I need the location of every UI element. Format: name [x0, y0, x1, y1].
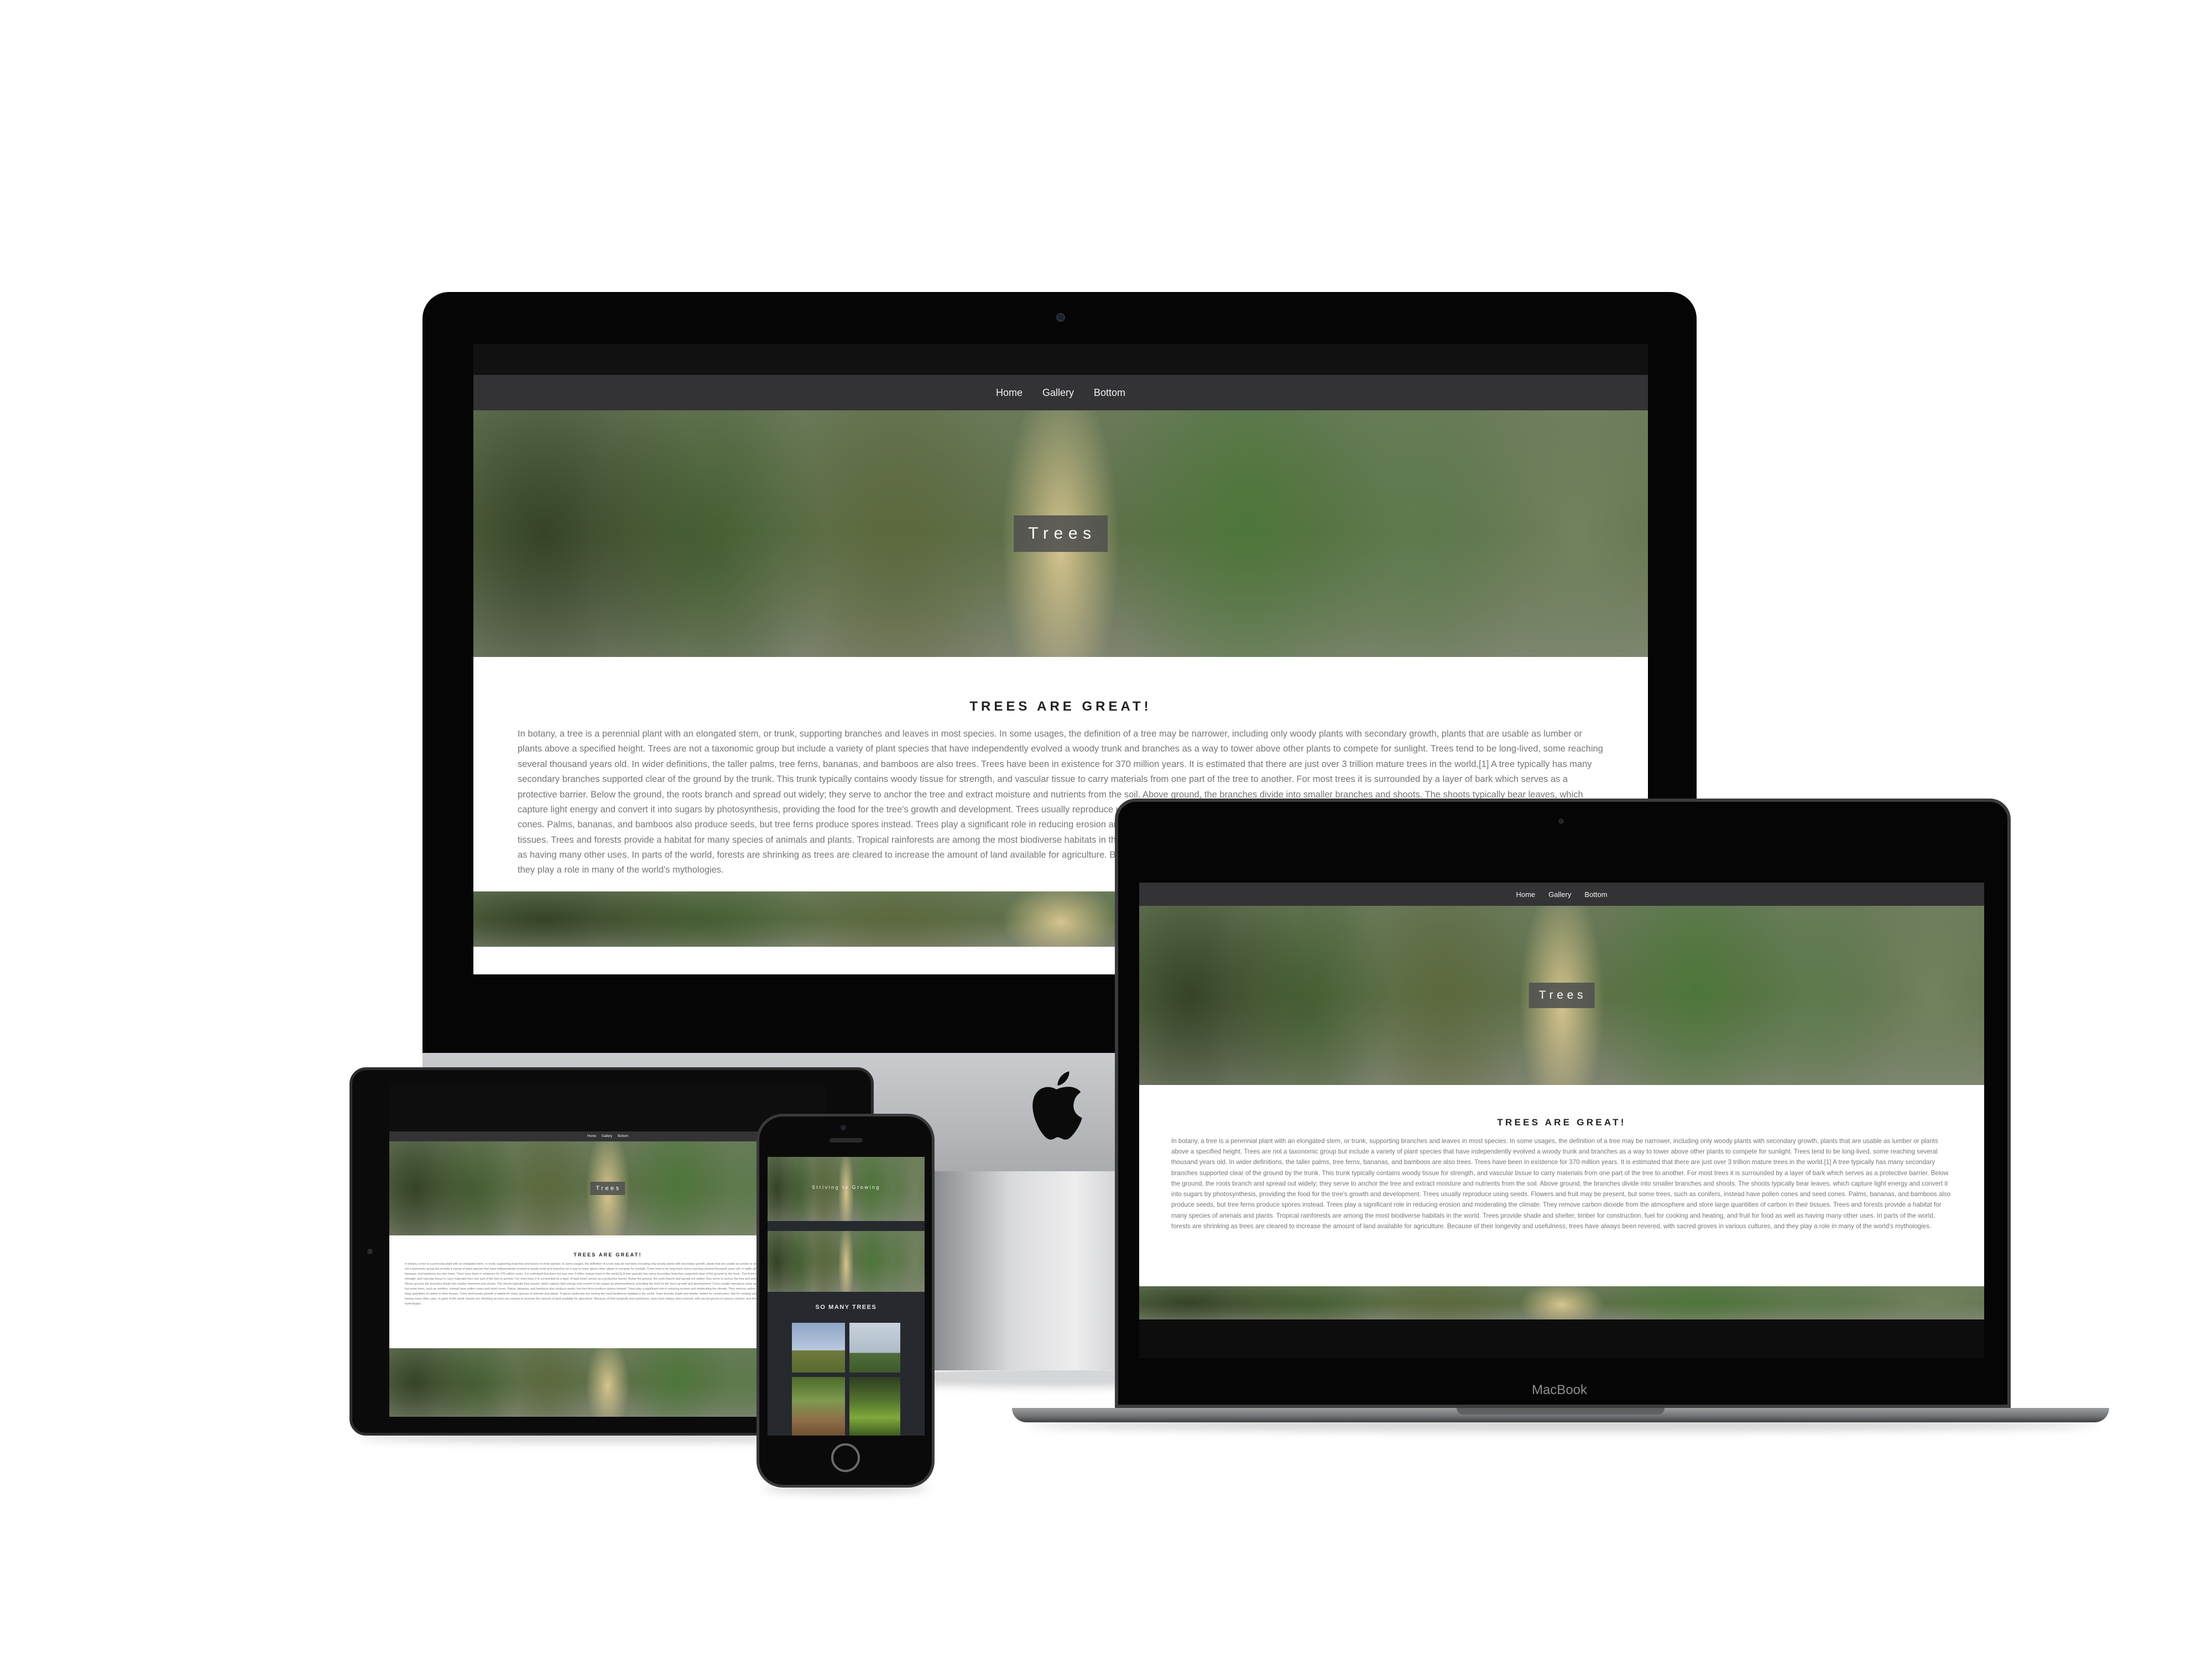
- nav-gallery-link[interactable]: Gallery: [602, 1135, 612, 1138]
- laptop-screen: Home Gallery Bottom Trees TREES ARE GREA…: [1139, 883, 1984, 1358]
- phone-hero-image: Striving to Growing: [768, 1157, 925, 1221]
- section-heading: TREES ARE GREAT!: [573, 1252, 642, 1258]
- apple-logo-icon: [1032, 1071, 1082, 1140]
- phone-screen: Striving to Growing SO MANY TREES: [768, 1157, 925, 1436]
- content-section: TREES ARE GREAT! In botany, a tree is a …: [1139, 1085, 1984, 1286]
- hero-title: Trees: [1528, 983, 1595, 1008]
- hero-title: Trees: [590, 1182, 625, 1195]
- website-laptop: Home Gallery Bottom Trees TREES ARE GREA…: [1139, 883, 1984, 1319]
- home-button-icon[interactable]: [831, 1443, 860, 1472]
- camera-icon: [367, 1249, 373, 1254]
- camera-icon: [1558, 818, 1564, 824]
- section-body-text: In botany, a tree is a perennial plant w…: [1171, 1138, 1951, 1230]
- nav-gallery-link[interactable]: Gallery: [1042, 387, 1074, 399]
- phone-forest-photo: [768, 1231, 925, 1292]
- phone-gallery-heading: SO MANY TREES: [815, 1304, 877, 1311]
- gallery-thumb[interactable]: [792, 1377, 845, 1436]
- nav-gallery-link[interactable]: Gallery: [1548, 890, 1571, 899]
- gallery-thumb[interactable]: [792, 1323, 845, 1373]
- gallery-thumb[interactable]: [849, 1377, 900, 1436]
- nav-bottom-link[interactable]: Bottom: [1584, 890, 1607, 899]
- laptop-opening-notch: [1457, 1408, 1665, 1415]
- site-nav: Home Gallery Bottom: [1139, 883, 1984, 906]
- section-heading: TREES ARE GREAT!: [969, 699, 1152, 714]
- section-heading: TREES ARE GREAT!: [1497, 1117, 1626, 1128]
- nav-home-link[interactable]: Home: [587, 1135, 596, 1138]
- laptop-brand-label: MacBook: [1531, 1383, 1588, 1397]
- footer-image: [1139, 1286, 1984, 1319]
- hero-image: Trees: [473, 410, 1648, 657]
- phone-speaker: [830, 1138, 863, 1142]
- hero-title: Trees: [1014, 515, 1108, 552]
- section-body-text: In botany, a tree is a perennial plant w…: [405, 1262, 809, 1306]
- phone-gallery-grid: [792, 1323, 900, 1436]
- hero-image: Trees: [1139, 906, 1984, 1085]
- gallery-thumb[interactable]: [849, 1323, 900, 1373]
- nav-home-link[interactable]: Home: [1516, 890, 1535, 899]
- nav-bottom-link[interactable]: Bottom: [1094, 387, 1125, 399]
- camera-icon: [841, 1125, 846, 1130]
- nav-bottom-link[interactable]: Bottom: [618, 1135, 628, 1138]
- camera-icon: [1056, 313, 1065, 322]
- nav-home-link[interactable]: Home: [996, 387, 1022, 399]
- phone-hero-title: Striving to Growing: [812, 1185, 880, 1190]
- site-nav: Home Gallery Bottom: [473, 375, 1648, 410]
